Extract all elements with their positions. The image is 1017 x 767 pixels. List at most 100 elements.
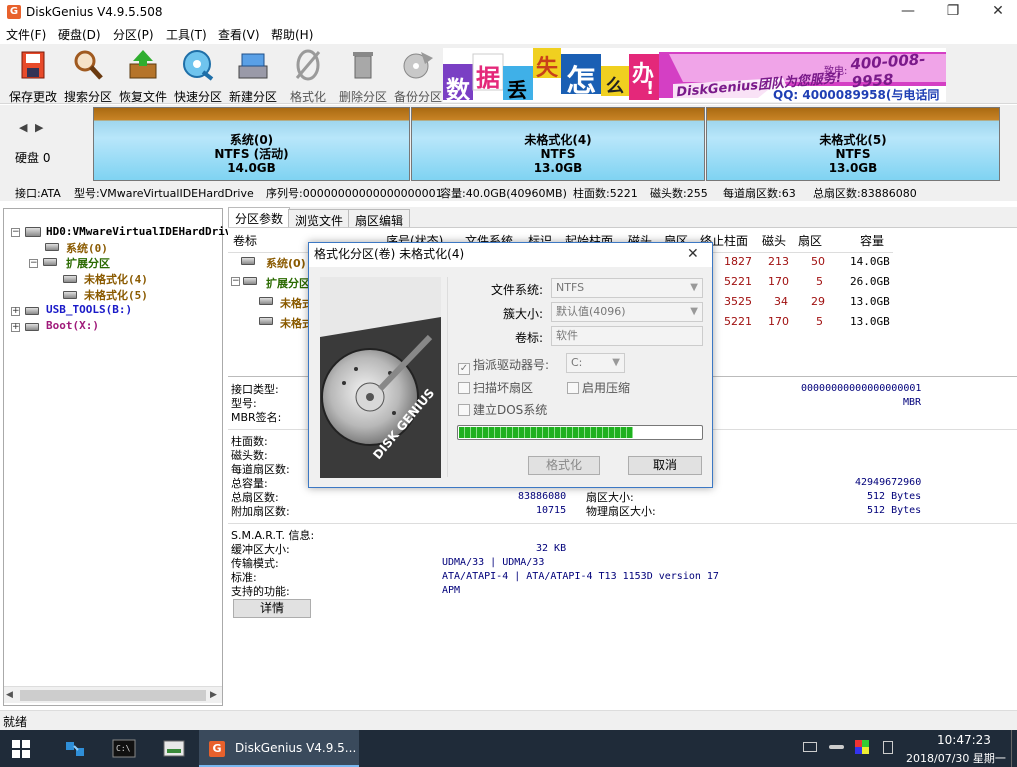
detail-label: 物理扇区大小:	[586, 505, 656, 518]
network-app-icon[interactable]	[64, 738, 86, 763]
menu-file[interactable]: 文件(F)	[6, 26, 46, 43]
banner-char: 据	[476, 64, 500, 92]
partition-block-unformatted-5[interactable]: 未格式化(5) NTFS 13.0GB	[706, 107, 1000, 181]
tab-browse-files[interactable]: 浏览文件	[288, 209, 351, 228]
format-icon	[291, 48, 325, 82]
filesystem-select[interactable]: NTFS ▼	[551, 278, 703, 298]
disk-tree-panel: − HD0:VMwareVirtualIDEHardDrive 系统(0) − …	[3, 208, 238, 706]
menu-help[interactable]: 帮助(H)	[271, 26, 313, 43]
cluster-size-select[interactable]: 默认值(4096) ▼	[551, 302, 703, 322]
detail-value: APM	[442, 585, 461, 596]
quick-partition-button[interactable]: 快速分区	[171, 48, 225, 104]
format-button[interactable]: 格式化	[281, 48, 335, 104]
color-tray-icon[interactable]	[855, 740, 869, 757]
detail-value: 83886080	[518, 491, 567, 502]
cancel-button[interactable]: 取消	[628, 456, 702, 475]
disk-management-icon[interactable]	[162, 738, 186, 763]
format-button[interactable]: 格式化	[528, 456, 600, 475]
recover-files-button[interactable]: 恢复文件	[116, 48, 170, 104]
tree-item-usb-tools[interactable]: USB_TOOLS(B:)	[46, 303, 132, 316]
partition-fs: NTFS	[835, 147, 871, 161]
tray-device-icon[interactable]	[829, 745, 844, 749]
dialog-close-icon[interactable]: ✕	[687, 246, 699, 262]
partition-name: 系统(0)	[229, 133, 274, 147]
tree-item-unformatted-4[interactable]: 未格式化(4)	[84, 271, 148, 287]
assign-drive-checkbox[interactable]: ✓ 指派驱动器号:	[458, 356, 549, 375]
col-header[interactable]: 容量	[860, 232, 884, 249]
chevron-down-icon: ▼	[690, 282, 698, 293]
close-button[interactable]: ✕	[975, 0, 1017, 24]
details-button[interactable]: 详情	[233, 599, 311, 618]
volume-label-input[interactable]: 软件	[551, 326, 703, 346]
partition-size: 13.0GB	[533, 161, 583, 175]
partition-size: 14.0GB	[227, 161, 276, 175]
app-logo-icon: G	[209, 741, 225, 757]
partition-block-unformatted-4[interactable]: 未格式化(4) NTFS 13.0GB	[411, 107, 705, 181]
save-changes-button[interactable]: 保存更改	[6, 48, 60, 104]
scan-bad-sectors-checkbox[interactable]: 扫描坏扇区	[458, 379, 533, 396]
enable-compression-checkbox[interactable]: 启用压缩	[567, 379, 630, 396]
dialog-divider	[447, 277, 448, 477]
partition-size: 13.0GB	[828, 161, 878, 175]
create-dos-checkbox[interactable]: 建立DOS系统	[458, 401, 547, 418]
clock-date[interactable]: 2018/07/30 星期一	[906, 750, 1006, 766]
taskbar-diskgenius-app[interactable]: G DiskGenius V4.9.5...	[199, 730, 359, 767]
tree-item-disk[interactable]: HD0:VMwareVirtualIDEHardDrive	[46, 225, 238, 238]
delete-partition-button[interactable]: 删除分区	[336, 48, 390, 104]
tree-expander[interactable]: −	[231, 277, 240, 286]
dialog-title: 格式化分区(卷) 未格式化(4)	[314, 247, 465, 261]
quick-partition-icon	[181, 48, 215, 82]
disk-label: 硬盘 0	[15, 151, 51, 165]
banner-phone-label: 致电:	[824, 66, 848, 77]
tab-sector-edit[interactable]: 扇区编辑	[348, 209, 411, 228]
battery-icon[interactable]	[883, 741, 893, 754]
divider	[228, 523, 1017, 524]
menu-tools[interactable]: 工具(T)	[166, 26, 207, 43]
tree-item-system[interactable]: 系统(0)	[66, 240, 108, 256]
tree-item-boot[interactable]: Boot(X:)	[46, 319, 99, 332]
menu-partition[interactable]: 分区(P)	[113, 26, 154, 43]
scroll-left-icon[interactable]: ◀	[6, 690, 13, 700]
detail-value: ATA/ATAPI-4 | ATA/ATAPI-4 T13 1153D vers…	[442, 571, 719, 582]
keyboard-icon[interactable]	[803, 742, 817, 752]
terminal-icon[interactable]: C:\	[112, 738, 136, 763]
partition-block-system[interactable]: 系统(0) NTFS (活动) 14.0GB	[93, 107, 410, 181]
tree-item-unformatted-5[interactable]: 未格式化(5)	[84, 287, 148, 303]
maximize-button[interactable]: ❐	[930, 0, 976, 24]
search-partition-button[interactable]: 搜索分区	[61, 48, 115, 104]
usb-drive-icon	[25, 307, 39, 315]
tab-partition-params[interactable]: 分区参数	[228, 207, 291, 228]
tree-horizontal-scrollbar[interactable]: ◀ ▶	[4, 686, 222, 703]
col-header[interactable]: 扇区	[798, 232, 822, 249]
extended-partition-icon	[243, 277, 257, 285]
detail-value: 512 Bytes	[867, 491, 922, 502]
tree-item-extended[interactable]: 扩展分区	[66, 255, 110, 271]
scroll-right-icon[interactable]: ▶	[210, 690, 217, 700]
extended-partition-icon	[43, 258, 57, 266]
col-header[interactable]: 卷标	[233, 232, 257, 249]
start-icon[interactable]	[12, 740, 30, 761]
scrollbar-thumb[interactable]	[20, 690, 206, 701]
backup-partition-button[interactable]: 备份分区	[391, 48, 445, 104]
detail-value: 32 KB	[536, 543, 567, 554]
disk-genius-graphic: DISK GENIUS	[320, 277, 441, 478]
col-header[interactable]: 磁头	[762, 232, 786, 249]
advertisement-banner[interactable]: 数 据 丢 失 怎 么 办 ! DiskGenius团队为您服务! 致电: 40…	[443, 48, 946, 102]
tree-expander[interactable]: +	[11, 323, 20, 332]
delete-partition-icon	[346, 48, 380, 82]
menu-disk[interactable]: 硬盘(D)	[58, 26, 101, 43]
disk-nav-next-icon[interactable]: ▶	[35, 121, 43, 134]
volume-label: 卷标:	[514, 331, 543, 345]
menu-view[interactable]: 查看(V)	[218, 26, 260, 43]
show-desktop-button[interactable]	[1011, 730, 1017, 767]
save-changes-icon	[16, 48, 50, 82]
new-partition-button[interactable]: 新建分区	[226, 48, 280, 104]
chevron-down-icon: ▼	[690, 306, 698, 317]
tree-expander[interactable]: +	[11, 307, 20, 316]
disk-nav-prev-icon[interactable]: ◀	[19, 121, 27, 134]
drive-letter-select[interactable]: C: ▼	[566, 353, 625, 373]
minimize-button[interactable]: —	[885, 0, 931, 24]
tree-expander[interactable]: −	[11, 228, 20, 237]
tree-expander[interactable]: −	[29, 259, 38, 268]
clock-time[interactable]: 10:47:23	[937, 733, 991, 747]
